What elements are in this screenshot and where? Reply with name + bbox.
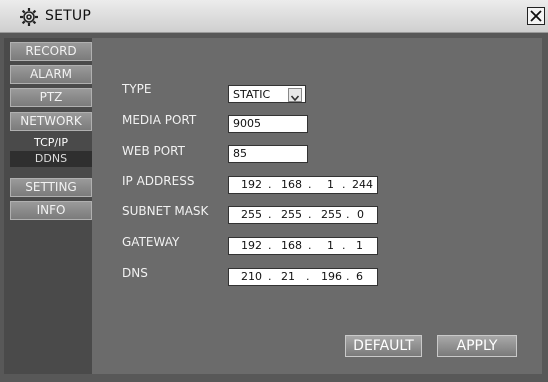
ip-octet: 255 [321, 208, 342, 221]
media-port-input[interactable]: 9005 [228, 115, 308, 133]
ip-address-label: IP ADDRESS [122, 174, 195, 188]
setup-window: SETUP RECORD ALARM PTZ NETWORK TCP/IP DD… [0, 0, 548, 382]
gateway-input[interactable]: 192 . 168 . 1 . 1 [228, 237, 378, 255]
ip-octet: 168 [281, 239, 302, 252]
media-port-label: MEDIA PORT [122, 113, 197, 127]
close-icon [530, 10, 542, 22]
ip-octet: 0 [357, 208, 364, 221]
gateway-label: GATEWAY [122, 235, 180, 249]
sidebar-item-alarm[interactable]: ALARM [10, 65, 92, 84]
sidebar-item-network[interactable]: NETWORK [10, 112, 92, 131]
ip-dot: . [268, 178, 272, 191]
sidebar-item-record[interactable]: RECORD [10, 42, 92, 61]
chevron-down-icon[interactable] [288, 88, 302, 102]
default-button[interactable]: DEFAULT [345, 335, 422, 357]
ip-octet: 255 [241, 208, 262, 221]
sidebar-subitem-tcpip[interactable]: TCP/IP [10, 135, 92, 151]
ip-dot: . [308, 208, 312, 221]
web-port-input[interactable]: 85 [228, 145, 308, 163]
ip-octet: 244 [352, 178, 373, 191]
ip-dot: . [308, 239, 312, 252]
type-select[interactable]: STATIC [228, 85, 306, 103]
ip-octet: 21 [281, 270, 295, 283]
ip-dot: . [268, 208, 272, 221]
apply-button[interactable]: APPLY [437, 335, 517, 357]
ip-octet: 1 [356, 239, 363, 252]
ip-dot: . [268, 239, 272, 252]
sidebar-subitem-ddns[interactable]: DDNS [10, 151, 92, 167]
ip-octet: 1 [327, 239, 334, 252]
ip-dot: . [346, 270, 350, 283]
window-title: SETUP [45, 8, 91, 24]
ip-dot: . [306, 270, 310, 283]
sidebar-item-info[interactable]: INFO [10, 201, 92, 220]
ip-dot: . [342, 178, 346, 191]
web-port-label: WEB PORT [122, 144, 185, 158]
subnet-mask-label: SUBNET MASK [122, 204, 209, 218]
subnet-mask-input[interactable]: 255 . 255 . 255 . 0 [228, 206, 378, 224]
sidebar-item-ptz[interactable]: PTZ [10, 88, 92, 107]
ip-octet: 192 [241, 178, 262, 191]
sidebar-item-setting[interactable]: SETTING [10, 178, 92, 197]
title-bar: SETUP [0, 0, 548, 33]
ip-address-input[interactable]: 192 . 168 . 1 . 244 [228, 176, 378, 194]
sidebar: RECORD ALARM PTZ NETWORK TCP/IP DDNS SET… [4, 38, 92, 374]
type-label: TYPE [122, 82, 152, 96]
gear-icon [19, 7, 39, 27]
ip-octet: 192 [241, 239, 262, 252]
dns-input[interactable]: 210 . 21 . 196 . 6 [228, 268, 378, 286]
ip-dot: . [346, 208, 350, 221]
dns-label: DNS [122, 266, 148, 280]
network-settings-panel: TYPE STATIC MEDIA PORT 9005 WEB PORT 85 … [92, 38, 542, 374]
ip-octet: 168 [281, 178, 302, 191]
ip-octet: 210 [241, 270, 262, 283]
type-value: STATIC [233, 88, 271, 101]
ip-octet: 196 [321, 270, 342, 283]
ip-octet: 6 [356, 270, 363, 283]
ip-dot: . [308, 178, 312, 191]
close-button[interactable] [527, 7, 545, 25]
ip-dot: . [268, 270, 272, 283]
ip-octet: 1 [327, 178, 334, 191]
ip-dot: . [342, 239, 346, 252]
ip-octet: 255 [281, 208, 302, 221]
